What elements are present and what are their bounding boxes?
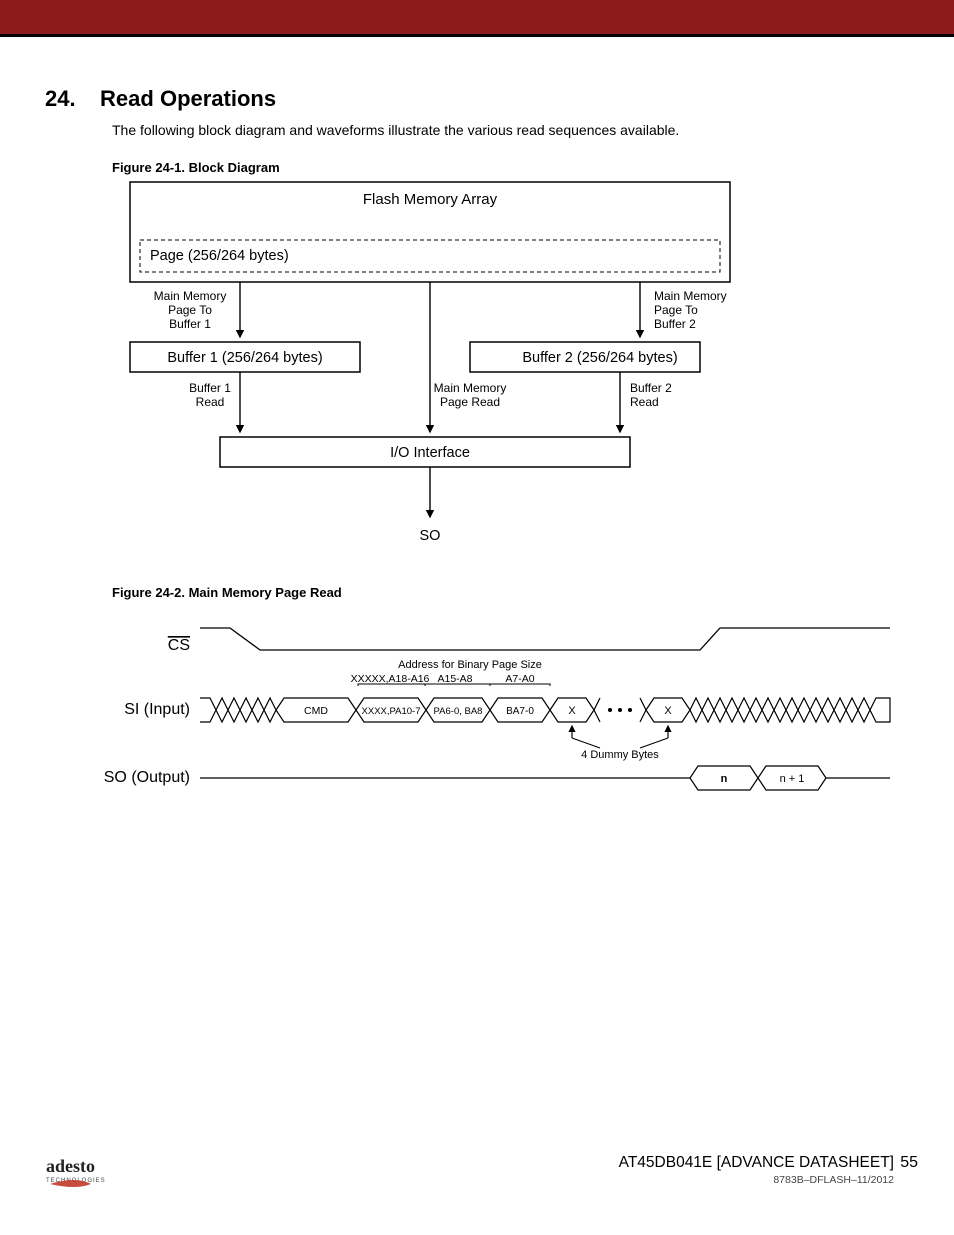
figure-24-1-diagram: Flash Memory Array Page (256/264 bytes) … bbox=[130, 182, 750, 567]
buffer2-label: Buffer 2 (256/264 bytes) bbox=[522, 350, 677, 366]
addr-header: Address for Binary Page Size bbox=[398, 659, 542, 671]
dummy-bytes-note: 4 Dummy Bytes bbox=[581, 749, 659, 761]
addr-seg2: A15-A8 bbox=[437, 673, 472, 685]
cs-label: CS bbox=[168, 637, 190, 654]
figure-24-1-caption: Figure 24-1. Block Diagram bbox=[112, 160, 280, 175]
cmd-cell: CMD bbox=[304, 705, 328, 717]
caption-number-2: Figure 24-2. bbox=[112, 585, 185, 600]
addr-cell-3: BA7-0 bbox=[506, 706, 534, 717]
mm-to-buf1-l2: Page To bbox=[168, 303, 212, 317]
page-number: 55 bbox=[900, 1154, 918, 1172]
buffer1-label: Buffer 1 (256/264 bytes) bbox=[167, 350, 322, 366]
intro-paragraph: The following block diagram and waveform… bbox=[112, 122, 892, 138]
brand-main: adesto bbox=[46, 1156, 95, 1176]
flash-memory-array-label: Flash Memory Array bbox=[363, 191, 498, 208]
figure-24-2-caption: Figure 24-2. Main Memory Page Read bbox=[112, 585, 342, 600]
si-label: SI (Input) bbox=[124, 701, 190, 718]
brand-logo: adesto TECHNOLOGIES bbox=[46, 1156, 136, 1195]
so-out-np1: n + 1 bbox=[780, 773, 805, 785]
buf2-read-l1: Buffer 2 bbox=[630, 381, 672, 395]
doc-id: 8783B–DFLASH–11/2012 bbox=[773, 1174, 894, 1186]
dummy-x-1: X bbox=[568, 705, 576, 717]
section-title: Read Operations bbox=[100, 86, 276, 111]
page-footer: adesto TECHNOLOGIES AT45DB041E [ADVANCE … bbox=[0, 1150, 954, 1210]
page-label: Page (256/264 bytes) bbox=[150, 248, 289, 264]
section-number: 24. bbox=[45, 86, 76, 111]
so-out-n: n bbox=[721, 773, 728, 785]
addr-seg1: XXXXX,A18-A16 bbox=[351, 673, 430, 685]
buf1-read-l1: Buffer 1 bbox=[189, 381, 231, 395]
buf1-read-l2: Read bbox=[196, 395, 225, 409]
section-heading: 24. Read Operations bbox=[45, 86, 276, 112]
mm-to-buf1-l1: Main Memory bbox=[154, 289, 227, 303]
addr-seg3: A7-A0 bbox=[505, 673, 534, 685]
buf2-read-l2: Read bbox=[630, 395, 659, 409]
so-output-label: SO (Output) bbox=[104, 769, 190, 786]
figure-24-2-diagram: CS Address for Binary Page Size XXXXX,A1… bbox=[100, 610, 900, 815]
header-bar bbox=[0, 0, 954, 37]
so-label: SO bbox=[420, 528, 441, 544]
mm-page-read-l1: Main Memory bbox=[434, 381, 507, 395]
dummy-x-2: X bbox=[664, 705, 672, 717]
addr-cell-1: XXXX,PA10-7 bbox=[362, 706, 421, 717]
io-interface-label: I/O Interface bbox=[390, 445, 470, 461]
part-number: AT45DB041E [ADVANCE DATASHEET] bbox=[619, 1154, 894, 1172]
caption-title: Block Diagram bbox=[189, 160, 280, 175]
mm-to-buf2-l2: Page To bbox=[654, 303, 698, 317]
mm-to-buf2-l1: Main Memory bbox=[654, 289, 727, 303]
mm-page-read-l2: Page Read bbox=[440, 395, 500, 409]
mm-to-buf2-l3: Buffer 2 bbox=[654, 317, 696, 331]
mm-to-buf1-l3: Buffer 1 bbox=[169, 317, 211, 331]
caption-number: Figure 24-1. bbox=[112, 160, 185, 175]
addr-cell-2: PA6-0, BA8 bbox=[434, 706, 483, 717]
caption-title-2: Main Memory Page Read bbox=[189, 585, 342, 600]
